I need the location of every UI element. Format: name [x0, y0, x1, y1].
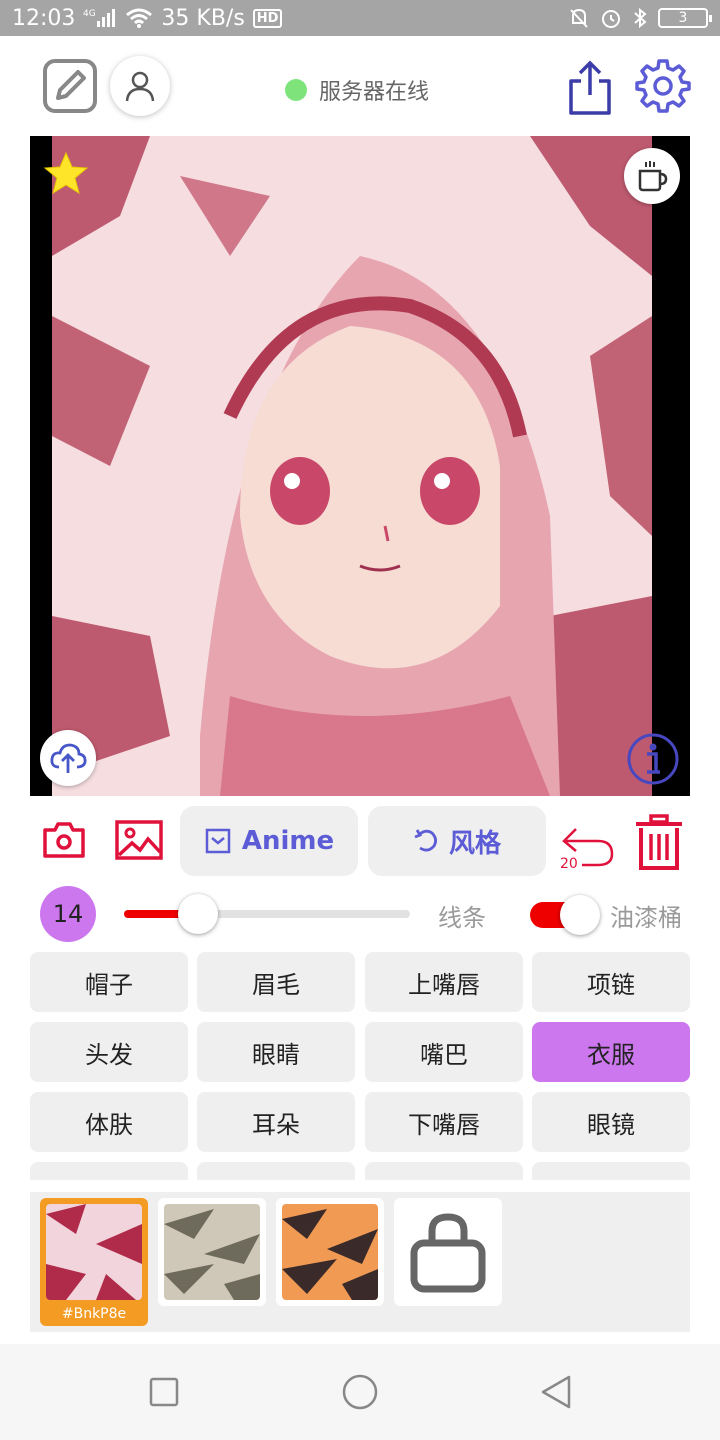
app-root: 12:03 4G 35 KB/s HD 3 服务器在线 Anime 风格 20 …	[0, 0, 720, 1440]
upload-cloud-icon	[50, 743, 87, 773]
swatch-texture	[46, 1204, 142, 1300]
camera-button[interactable]	[40, 816, 88, 864]
brush-size-badge: 14	[40, 886, 96, 942]
refresh-icon	[414, 829, 437, 852]
recents-button[interactable]	[144, 1372, 184, 1412]
bucket-toggle[interactable]	[528, 894, 600, 936]
part-button[interactable]: 眼镜	[532, 1092, 690, 1152]
style-button[interactable]: 风格	[368, 806, 546, 876]
part-button[interactable]: 眉毛	[197, 952, 355, 1012]
circle-icon	[342, 1374, 378, 1410]
signal-icon: 4G	[83, 7, 117, 29]
undo-button[interactable]: 20	[556, 814, 620, 874]
hd-icon: HD	[252, 8, 283, 28]
swatch-texture	[164, 1204, 260, 1300]
user-icon	[125, 71, 155, 102]
gear-icon	[635, 59, 691, 113]
bluetooth-icon	[632, 7, 648, 29]
edit-icon	[43, 59, 97, 113]
info-icon	[627, 733, 679, 785]
part-button[interactable]: 衣服	[532, 1022, 690, 1082]
parts-grid: 帽子 眉毛 上嘴唇 项链 头发 眼睛 嘴巴 衣服 体肤 耳朵 下嘴唇 眼镜	[30, 952, 690, 1180]
part-button[interactable]: 下嘴唇	[365, 1092, 523, 1152]
user-button[interactable]	[110, 56, 170, 116]
shop-button[interactable]	[394, 1198, 502, 1306]
battery-icon: 3	[658, 8, 712, 28]
anime-mode-label: Anime	[241, 826, 335, 856]
brush-controls: 14 线条 油漆桶	[0, 884, 720, 944]
upload-button[interactable]	[40, 730, 96, 786]
swatch-code: #BnkP8e	[61, 1306, 127, 1322]
part-button[interactable]: 体肤	[30, 1092, 188, 1152]
share-button[interactable]	[562, 58, 618, 118]
app-header: 服务器在线	[0, 36, 720, 136]
bucket-label: 油漆桶	[610, 904, 682, 932]
back-button[interactable]	[536, 1372, 576, 1412]
star-icon	[43, 151, 89, 195]
drawing-canvas[interactable]	[30, 136, 690, 796]
server-status: 服务器在线	[285, 74, 429, 106]
style-swatch[interactable]	[158, 1198, 266, 1306]
share-icon	[569, 60, 611, 115]
line-label: 线条	[438, 904, 486, 932]
slider-thumb[interactable]	[178, 894, 218, 934]
anime-mode-button[interactable]: Anime	[180, 806, 358, 876]
square-icon	[149, 1377, 179, 1407]
part-button[interactable]: 耳朵	[197, 1092, 355, 1152]
checkbox-mail-icon	[205, 828, 231, 854]
style-swatches: #BnkP8e	[30, 1192, 690, 1332]
settings-button[interactable]	[634, 56, 692, 114]
style-swatch-selected[interactable]: #BnkP8e	[40, 1198, 148, 1326]
image-icon	[115, 820, 163, 860]
network-type: 4G	[83, 9, 96, 19]
brush-size-slider[interactable]	[124, 894, 410, 934]
gallery-button[interactable]	[112, 816, 166, 864]
tool-bar: Anime 风格 20	[0, 806, 720, 878]
style-swatch[interactable]	[276, 1198, 384, 1306]
part-button[interactable]: 嘴巴	[365, 1022, 523, 1082]
part-button-partial[interactable]	[197, 1162, 355, 1180]
home-button[interactable]	[340, 1372, 380, 1412]
part-button[interactable]: 项链	[532, 952, 690, 1012]
part-button-partial[interactable]	[30, 1162, 188, 1180]
coffee-icon	[638, 161, 668, 192]
trash-icon	[636, 814, 682, 870]
undo-count: 20	[560, 856, 578, 872]
wifi-icon	[125, 7, 153, 29]
back-triangle-icon	[541, 1375, 571, 1409]
alarm-icon	[600, 7, 622, 29]
network-speed: 35 KB/s	[161, 5, 245, 31]
bag-icon	[410, 1213, 486, 1293]
server-status-dot	[285, 79, 307, 101]
part-button[interactable]: 眼睛	[197, 1022, 355, 1082]
favorite-star-button[interactable]	[42, 150, 90, 202]
coffee-button[interactable]	[624, 148, 680, 204]
status-bar: 12:03 4G 35 KB/s HD 3	[0, 0, 720, 36]
part-button[interactable]: 帽子	[30, 952, 188, 1012]
style-label: 风格	[448, 828, 501, 859]
clear-button[interactable]	[630, 812, 688, 874]
mute-bell-icon	[568, 7, 590, 29]
anime-portrait-image	[52, 136, 652, 796]
part-button[interactable]: 头发	[30, 1022, 188, 1082]
camera-icon	[43, 822, 85, 858]
swatch-texture	[282, 1204, 378, 1300]
edit-button[interactable]	[42, 58, 98, 114]
toggle-knob	[560, 895, 600, 935]
info-button[interactable]	[626, 732, 680, 786]
status-time: 12:03	[12, 5, 76, 31]
part-button-partial[interactable]	[365, 1162, 523, 1180]
part-button-partial[interactable]	[532, 1162, 690, 1180]
server-status-label: 服务器在线	[319, 80, 430, 105]
system-nav-bar	[0, 1344, 720, 1440]
part-button[interactable]: 上嘴唇	[365, 952, 523, 1012]
